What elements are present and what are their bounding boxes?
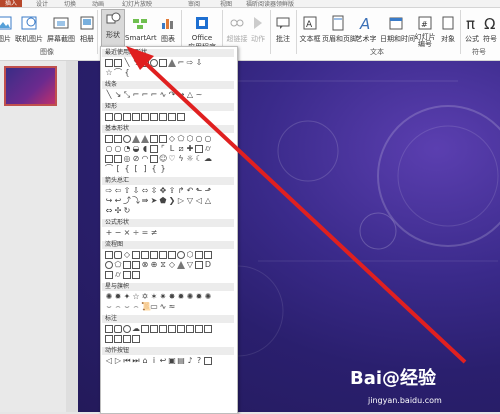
watermark-url: jingyan.baidu.com [368,396,442,405]
arrow-shaft [140,58,467,364]
annotation-arrow [126,46,467,364]
